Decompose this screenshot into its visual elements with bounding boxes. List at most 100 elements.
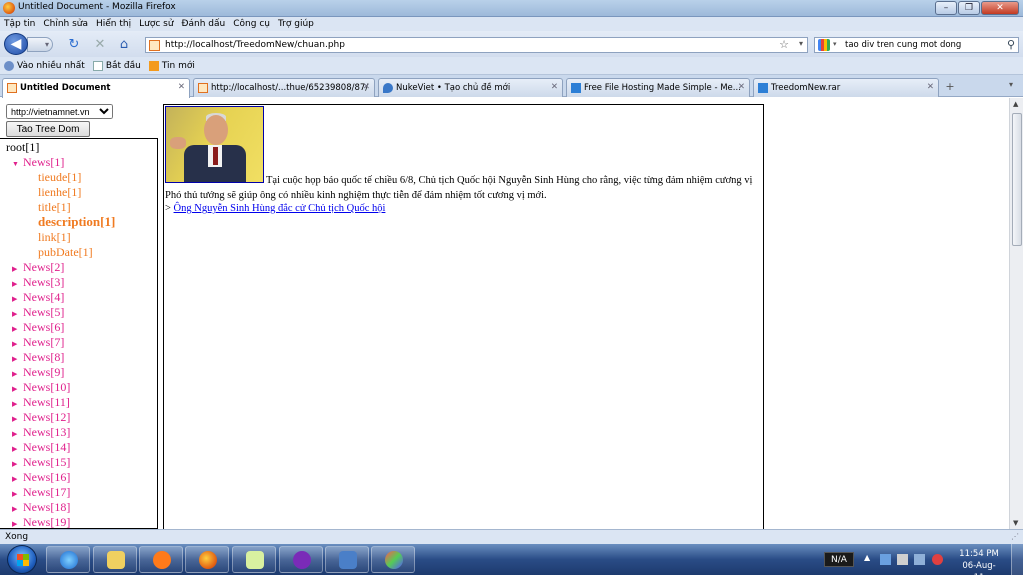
tree-node-news[interactable]: ▶ News[6] xyxy=(12,320,64,335)
taskbar-app[interactable] xyxy=(232,546,276,573)
scroll-up-icon[interactable]: ▲ xyxy=(1013,100,1018,108)
media-player-icon xyxy=(153,551,171,569)
tree-node-news[interactable]: ▶ News[19] xyxy=(12,515,70,528)
tree-leaf[interactable]: link[1] xyxy=(38,230,71,245)
network-icon[interactable] xyxy=(897,554,908,565)
forward-button[interactable]: ▾ xyxy=(27,37,53,52)
tree-node-news[interactable]: ▶ News[7] xyxy=(12,335,64,350)
tab-close-icon[interactable]: ✕ xyxy=(178,82,185,92)
tree-node-news[interactable]: ▶ News[8] xyxy=(12,350,64,365)
caret-right-icon: ▶ xyxy=(12,475,18,483)
caret-right-icon: ▶ xyxy=(12,430,18,438)
search-input[interactable]: tao div tren cung mot dong xyxy=(845,40,961,50)
reload-icon[interactable]: ↻ xyxy=(66,37,82,53)
tab-file-hosting[interactable]: Free File Hosting Made Simple - Me... ✕ xyxy=(566,78,750,97)
tree-leaf-selected[interactable]: description[1] xyxy=(38,214,115,230)
tree-leaf[interactable]: lienhe[1] xyxy=(38,185,81,200)
start-button[interactable] xyxy=(7,545,37,574)
tree-node-news[interactable]: ▶ News[18] xyxy=(12,500,70,515)
clock[interactable]: 11:54 PM 06-Aug-11 xyxy=(959,548,999,584)
volume-icon[interactable] xyxy=(932,554,943,565)
system-tray: N/A ▲ 11:54 PM 06-Aug-11 xyxy=(822,544,1023,583)
tab-close-icon[interactable]: ✕ xyxy=(738,82,745,92)
site-favicon-icon xyxy=(149,40,160,51)
tree-node-news[interactable]: ▶ News[12] xyxy=(12,410,70,425)
news-link[interactable]: Ông Nguyễn Sinh Hùng đắc cử Chủ tịch Quố… xyxy=(174,203,386,214)
taskbar-paint[interactable] xyxy=(371,546,415,573)
back-button[interactable]: ◀ xyxy=(4,33,28,55)
new-tab-icon[interactable]: + xyxy=(943,80,957,94)
taskbar-explorer[interactable] xyxy=(93,546,137,573)
menu-file[interactable]: Tập tin xyxy=(4,19,35,29)
stop-icon[interactable]: ✕ xyxy=(92,37,108,53)
taskbar-media-player[interactable] xyxy=(139,546,183,573)
status-text: Xong xyxy=(5,532,29,542)
close-button[interactable]: ✕ xyxy=(981,1,1019,15)
news-photo[interactable] xyxy=(165,106,264,183)
tab-close-icon[interactable]: ✕ xyxy=(363,82,370,92)
tree-node-news[interactable]: ▶ News[9] xyxy=(12,365,64,380)
menu-help[interactable]: Trợ giúp xyxy=(278,19,314,29)
yahoo-messenger-icon xyxy=(293,551,311,569)
tree-node-news-1[interactable]: ▼ News[1] xyxy=(12,155,64,170)
engine-dropdown-icon[interactable]: ▾ xyxy=(833,40,837,48)
tree-node-news[interactable]: ▶ News[16] xyxy=(12,470,70,485)
search-icon[interactable]: ⚲ xyxy=(1007,38,1015,51)
menu-bookmarks[interactable]: Đánh dấu xyxy=(182,19,226,29)
tree-leaf[interactable]: pubDate[1] xyxy=(38,245,93,260)
tree-node-news[interactable]: ▶ News[13] xyxy=(12,425,70,440)
tab-nukeviet[interactable]: NukeViet • Tạo chủ đề mới ✕ xyxy=(378,78,563,97)
url-dropdown-icon[interactable]: ▾ xyxy=(799,39,803,48)
tray-app-icon[interactable] xyxy=(880,554,891,565)
tree-node-news[interactable]: ▶ News[15] xyxy=(12,455,70,470)
google-engine-icon[interactable] xyxy=(818,39,830,51)
vertical-scrollbar[interactable]: ▲ ▼ xyxy=(1009,98,1023,529)
show-desktop-button[interactable] xyxy=(1011,544,1023,575)
signal-icon[interactable] xyxy=(914,554,925,565)
scroll-down-icon[interactable]: ▼ xyxy=(1013,519,1018,527)
taskbar-book-app[interactable] xyxy=(325,546,369,573)
tree-node-news[interactable]: ▶ News[2] xyxy=(12,260,64,275)
bookmark-latest-news[interactable]: Tin mới xyxy=(148,60,195,71)
book-icon xyxy=(339,551,357,569)
tree-node-news[interactable]: ▶ News[10] xyxy=(12,380,70,395)
url-bar[interactable]: http://localhost/TreedomNew/chuan.php ☆ … xyxy=(145,37,808,53)
menu-history[interactable]: Lược sử xyxy=(139,19,173,29)
tree-root[interactable]: root[1] xyxy=(6,140,39,155)
tree-node-news[interactable]: ▶ News[14] xyxy=(12,440,70,455)
tab-close-icon[interactable]: ✕ xyxy=(927,82,934,92)
menu-edit[interactable]: Chỉnh sửa xyxy=(43,19,88,29)
caret-right-icon: ▶ xyxy=(12,505,18,513)
menu-view[interactable]: Hiển thị xyxy=(96,19,131,29)
tray-expand-icon[interactable]: ▲ xyxy=(864,553,870,562)
taskbar-ie[interactable] xyxy=(46,546,90,573)
bookmark-star-icon[interactable]: ☆ xyxy=(779,38,789,51)
minimize-button[interactable]: – xyxy=(935,1,957,15)
resize-grip-icon[interactable]: ⋰ xyxy=(1011,532,1019,541)
tab-close-icon[interactable]: ✕ xyxy=(551,82,558,92)
language-indicator[interactable]: N/A xyxy=(824,552,854,567)
tab-untitled-document[interactable]: Untitled Document ✕ xyxy=(2,78,190,98)
site-select[interactable]: http://vietnamnet.vn xyxy=(6,104,113,119)
tab-list-dropdown-icon[interactable]: ▾ xyxy=(1009,80,1021,94)
tab-treedomnew-rar[interactable]: TreedomNew.rar ✕ xyxy=(753,78,939,97)
maximize-button[interactable]: ❐ xyxy=(958,1,980,15)
tree-node-news[interactable]: ▶ News[11] xyxy=(12,395,70,410)
taskbar-firefox[interactable] xyxy=(185,546,229,573)
search-bar[interactable]: ▾ tao div tren cung mot dong ⚲ xyxy=(814,37,1019,53)
tree-leaf[interactable]: tieude[1] xyxy=(38,170,81,185)
tree-node-news[interactable]: ▶ News[5] xyxy=(12,305,64,320)
create-tree-dom-button[interactable]: Tao Tree Dom xyxy=(6,121,90,137)
menu-tools[interactable]: Công cụ xyxy=(233,19,270,29)
url-text[interactable]: http://localhost/TreedomNew/chuan.php xyxy=(165,40,345,50)
tab-localhost[interactable]: http://localhost/...thue/65239808/87/ ✕ xyxy=(193,78,375,97)
tree-node-news[interactable]: ▶ News[3] xyxy=(12,275,64,290)
scrollbar-thumb[interactable] xyxy=(1012,113,1022,246)
bookmark-getting-started[interactable]: Bắt đầu xyxy=(92,60,141,71)
taskbar-yahoo-messenger[interactable] xyxy=(279,546,323,573)
tree-leaf[interactable]: title[1] xyxy=(38,200,71,215)
tree-node-news[interactable]: ▶ News[4] xyxy=(12,290,64,305)
tree-node-news[interactable]: ▶ News[17] xyxy=(12,485,70,500)
bookmark-most-visited[interactable]: Vào nhiều nhất xyxy=(4,60,85,71)
home-icon[interactable]: ⌂ xyxy=(116,37,132,53)
